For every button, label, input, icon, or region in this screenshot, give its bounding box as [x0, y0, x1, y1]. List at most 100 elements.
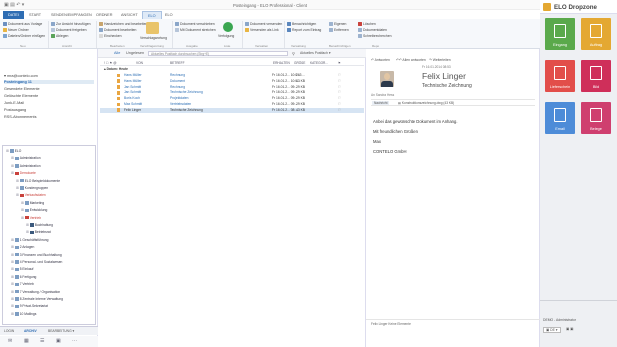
folder-outbox[interactable]: Postausgang	[4, 108, 26, 112]
contacts-icon[interactable]: ☰	[40, 338, 44, 344]
tab-processing[interactable]: BEARBEITUNG ▾	[48, 328, 74, 335]
tree-node[interactable]: ⊞ 9 Privat-Sekretariat	[11, 304, 48, 308]
filter-all[interactable]: Alle	[114, 51, 120, 55]
filter-unread[interactable]: Ungelesen	[126, 51, 144, 55]
tree-node[interactable]: ⊞ Entwicklung	[21, 208, 47, 212]
tree-node[interactable]: ⊞ 1 Geschäftsführung	[11, 238, 48, 242]
tree-node[interactable]: ⊞ Betriebsrat	[26, 230, 51, 234]
attachment-file[interactable]: ▤ Konstruktionszeichnung.dwg (43 KB)	[398, 101, 454, 105]
folder-inbox[interactable]: Posteingang 11	[4, 80, 94, 84]
delete-button[interactable]: Löschen	[358, 22, 376, 26]
notify-button[interactable]: Benachrichtigen	[287, 22, 316, 26]
message-tab[interactable]: Nachricht	[372, 101, 390, 105]
folder-sent[interactable]: Gesendete Elemente	[4, 87, 40, 91]
tree-node[interactable]: ⊞ Vertrieb	[21, 216, 41, 220]
check-in-button[interactable]: Einchecken	[99, 34, 122, 38]
calendar-icon[interactable]: ▦	[24, 338, 29, 344]
folder-junk[interactable]: Junk-E-Mail	[4, 101, 24, 105]
tasks-icon[interactable]: ▣	[56, 338, 61, 344]
keywording-icon[interactable]	[146, 22, 159, 34]
language-dropdown[interactable]: ▣ DE ▾	[543, 327, 561, 333]
flag-icon[interactable]: ⚐	[338, 85, 341, 90]
tab-file[interactable]: DATEI	[3, 11, 24, 19]
dropzone-tile[interactable]: Lieferschein	[545, 60, 575, 92]
tab-send-receive[interactable]: SENDEN/EMPFANGEN	[46, 11, 97, 19]
tab-archive[interactable]: ARCHIV	[24, 328, 37, 335]
report-entry-button[interactable]: Report zum Eintrag	[287, 28, 321, 32]
file-button[interactable]: Ablegen	[51, 34, 68, 38]
table-row[interactable]: Hans Müller Rechnung Fr 16.01.2... 10:0...…	[100, 73, 364, 78]
send-document-button[interactable]: Dokument versenden	[245, 22, 282, 26]
paste-files-button[interactable]: Dateien/Ordner einfügen	[3, 34, 45, 38]
forward-button[interactable]: ↷ Weiterleiten	[429, 58, 451, 62]
mail-icon[interactable]: ✉	[8, 338, 12, 344]
tree-node[interactable]: ⊞ Demokarte	[11, 171, 36, 175]
search-icon[interactable]: ⚲	[292, 51, 295, 56]
own-button[interactable]: Eigenen	[329, 22, 346, 26]
tree-node[interactable]: ⊞ Buchhaltung	[26, 223, 53, 227]
tree-node[interactable]: ⊞ Administration	[11, 164, 41, 168]
new-folder-button[interactable]: Neuer Ordner	[3, 28, 29, 32]
flag-icon[interactable]: ⚐	[338, 79, 341, 84]
folder-rss[interactable]: RSS-Abonnements	[4, 115, 37, 119]
tab-elo[interactable]: ELO	[160, 11, 178, 19]
strike-document-button[interactable]: Mit Dokument streichen	[175, 28, 216, 32]
more-icon[interactable]: ···	[72, 338, 77, 344]
research-button[interactable]: Schreibrecherchen	[358, 34, 391, 38]
tree-node[interactable]: ⊞ Marketing	[21, 201, 44, 205]
flag-icon[interactable]: ⚐	[338, 102, 341, 107]
dropzone-tile[interactable]: Email	[545, 102, 575, 134]
tree-node[interactable]: ⊞ 6 Fertigung	[11, 275, 36, 279]
tree-node[interactable]: ⊞ Administration	[11, 156, 41, 160]
tab-view[interactable]: ANSICHT	[116, 11, 143, 19]
flag-icon[interactable]: ⚐	[338, 73, 341, 78]
add-to-view-button[interactable]: Zur Ansicht hinzufügen	[51, 22, 91, 26]
dropzone-settings-icons[interactable]: ▣ ▣	[566, 327, 573, 331]
tree-node[interactable]: ⊞ 10 Mailings	[11, 312, 36, 316]
tree-node[interactable]: ⊞ 2 Anlagen	[11, 245, 34, 249]
dropzone-tile[interactable]: Eingang	[545, 18, 575, 50]
table-row[interactable]: Jan Schmitt Rechnung Fr 16.01.2... 09:... 2…	[100, 85, 364, 90]
table-row[interactable]: Hans Müller Dokument Fr 16.01.2... 10:0...…	[100, 79, 364, 84]
share-document-button[interactable]: Dokument freigeben	[51, 28, 87, 32]
flag-icon[interactable]: ⚐	[338, 90, 341, 95]
tracking-icon[interactable]	[223, 22, 233, 32]
table-row[interactable]: Jan Schmitt Technische Zeichnung Fr 16.01.…	[100, 90, 364, 95]
reply-all-button[interactable]: ↶↶ Allen antworten	[396, 58, 426, 62]
tab-login[interactable]: LOGIN	[4, 328, 14, 335]
tracking-label[interactable]: Verfolgung	[218, 34, 234, 38]
account-header[interactable]: ▾ mra@contelo.com	[4, 73, 38, 78]
tab-folder[interactable]: ORDNER	[91, 11, 117, 19]
send-link-button[interactable]: Versenden als Link	[245, 28, 279, 32]
tree-node[interactable]: ⊞ 7 Verwaltung / Organisation	[11, 290, 60, 294]
dropzone-tile[interactable]: Bild	[581, 60, 611, 92]
edit-document-button[interactable]: Dokument bearbeiten	[99, 28, 136, 32]
reply-button[interactable]: ↶ Antworten	[371, 58, 390, 62]
flag-icon[interactable]: ⚐	[338, 96, 341, 101]
tree-node[interactable]: ⊞ 5 Einkauf	[11, 267, 33, 271]
remove-button[interactable]: Entfernen	[329, 28, 349, 32]
table-row[interactable]: Felix Linger Technische Zeichnung Fr 16.01…	[100, 107, 364, 113]
dropzone-tile[interactable]: Belege	[581, 102, 611, 134]
sign-edit-button[interactable]: Handzeichen und bearbeiten	[99, 22, 147, 26]
search-input[interactable]: Aktuelles Postfach durchsuchen (Strg+E)	[148, 50, 288, 56]
tree-node[interactable]: ⊞ 4 Personal- und Sozialwesen	[11, 260, 62, 264]
group-header-today[interactable]: ▴ Datum: Heute	[104, 67, 128, 71]
dropzone-tile[interactable]: Auftrag	[581, 18, 611, 50]
tree-node[interactable]: ⊞ Verkaufsdaten	[16, 193, 46, 197]
keywording-label[interactable]: Verschlagwortung	[140, 36, 167, 40]
folder-deleted[interactable]: Gelöschte Elemente	[4, 94, 38, 98]
tree-node[interactable]: ⊞ 8 Zentrale Interne Verwaltung	[11, 297, 63, 301]
tab-start[interactable]: START	[24, 11, 46, 19]
tree-node[interactable]: ⊞ 7 Vertrieb	[11, 282, 34, 286]
tree-node[interactable]: ⊞ 3 Finanzen und Buchhaltung	[11, 253, 62, 257]
move-document-button[interactable]: Dokument verschieben	[175, 22, 215, 26]
tab-elo-active[interactable]: ELO	[142, 11, 162, 19]
table-row[interactable]: Boris Koch Projektdaten Fr 16.01.2... 09:.…	[100, 96, 364, 101]
flag-icon[interactable]: ⚐	[338, 108, 341, 113]
table-row[interactable]: Max Schmitt Vertriebsdaten Fr 16.01.2... 0…	[100, 102, 364, 107]
tree-node[interactable]: ⊞ Kundengruppen	[16, 186, 48, 190]
tree-node[interactable]: ⊞ ELO	[6, 149, 21, 153]
search-scope-dropdown[interactable]: Aktuelles Postfach ▾	[300, 51, 331, 55]
tree-node[interactable]: ⊞ ELO Beispieldokumente	[16, 179, 60, 183]
